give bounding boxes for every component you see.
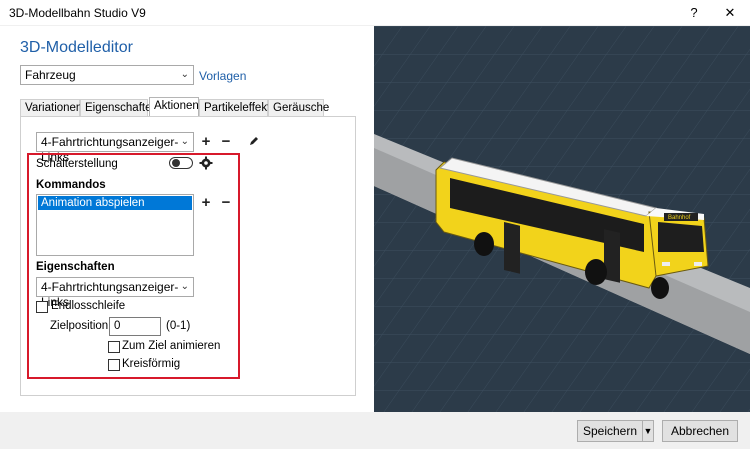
animate-to-target-checkbox[interactable] xyxy=(108,341,120,353)
circular-checkbox[interactable] xyxy=(108,359,120,371)
edit-action-button[interactable] xyxy=(245,133,263,151)
templates-link[interactable]: Vorlagen xyxy=(199,69,246,83)
animate-to-target-label: Zum Ziel animieren xyxy=(122,340,221,352)
category-select-value: Fahrzeug xyxy=(25,68,76,82)
remove-command-button[interactable]: − xyxy=(217,194,235,212)
3d-viewport[interactable]: Bahnhof xyxy=(374,26,750,412)
chevron-down-icon: ⌄ xyxy=(180,136,189,147)
title-bar: 3D-Modellbahn Studio V9 ? ✕ xyxy=(0,0,750,26)
gear-icon[interactable] xyxy=(199,156,213,173)
close-button[interactable]: ✕ xyxy=(712,0,748,26)
chevron-down-icon: ▼ xyxy=(643,426,653,436)
remove-action-button[interactable]: − xyxy=(217,133,235,151)
switch-setting-label: Schalterstellung xyxy=(36,158,118,170)
tab-variationen[interactable]: Variationen xyxy=(20,99,82,117)
target-position-input[interactable]: 0 xyxy=(109,317,161,336)
tab-eigenschaften[interactable]: Eigenschaften xyxy=(80,99,158,117)
target-position-label: Zielposition: xyxy=(50,320,112,332)
tab-geraeusche[interactable]: Geräusche xyxy=(268,99,329,117)
help-button[interactable]: ? xyxy=(676,0,712,26)
bus-destination-sign: Bahnhof xyxy=(668,215,691,221)
tab-aktionen[interactable]: Aktionen xyxy=(149,97,199,118)
add-action-button[interactable]: + xyxy=(197,133,215,151)
window-title: 3D-Modellbahn Studio V9 xyxy=(9,6,146,20)
switch-setting-toggle[interactable] xyxy=(169,157,193,169)
chevron-down-icon: ⌄ xyxy=(180,69,189,80)
loop-label: Endlosschleife xyxy=(51,300,126,312)
add-command-button[interactable]: + xyxy=(197,194,215,212)
toggle-knob xyxy=(172,159,180,167)
cancel-button[interactable]: Abbrechen xyxy=(662,420,738,442)
loop-checkbox[interactable] xyxy=(36,301,48,313)
tab-partikeleffekte[interactable]: Partikeleffekte xyxy=(199,99,277,117)
property-select[interactable]: 4-Fahrtrichtungsanzeiger-Links ⌄ xyxy=(36,277,194,309)
save-button[interactable]: Speichern xyxy=(577,420,643,442)
commands-heading: Kommandos xyxy=(36,179,106,191)
category-select[interactable]: Fahrzeug ⌄ xyxy=(20,65,194,85)
target-position-range: (0-1) xyxy=(166,320,191,332)
pencil-icon xyxy=(250,137,258,145)
commands-list[interactable]: Animation abspielen xyxy=(36,194,194,256)
list-item[interactable]: Animation abspielen xyxy=(38,196,192,210)
save-dropdown-button[interactable]: ▼ xyxy=(642,420,654,442)
viewport-scene: Bahnhof xyxy=(374,26,750,412)
page-title: 3D-Modelleditor xyxy=(20,39,133,56)
circular-label: Kreisförmig xyxy=(122,358,181,370)
action-select[interactable]: 4-Fahrtrichtungsanzeiger-Links ⌄ xyxy=(36,132,194,164)
properties-heading: Eigenschaften xyxy=(36,261,115,273)
chevron-down-icon: ⌄ xyxy=(180,281,189,292)
